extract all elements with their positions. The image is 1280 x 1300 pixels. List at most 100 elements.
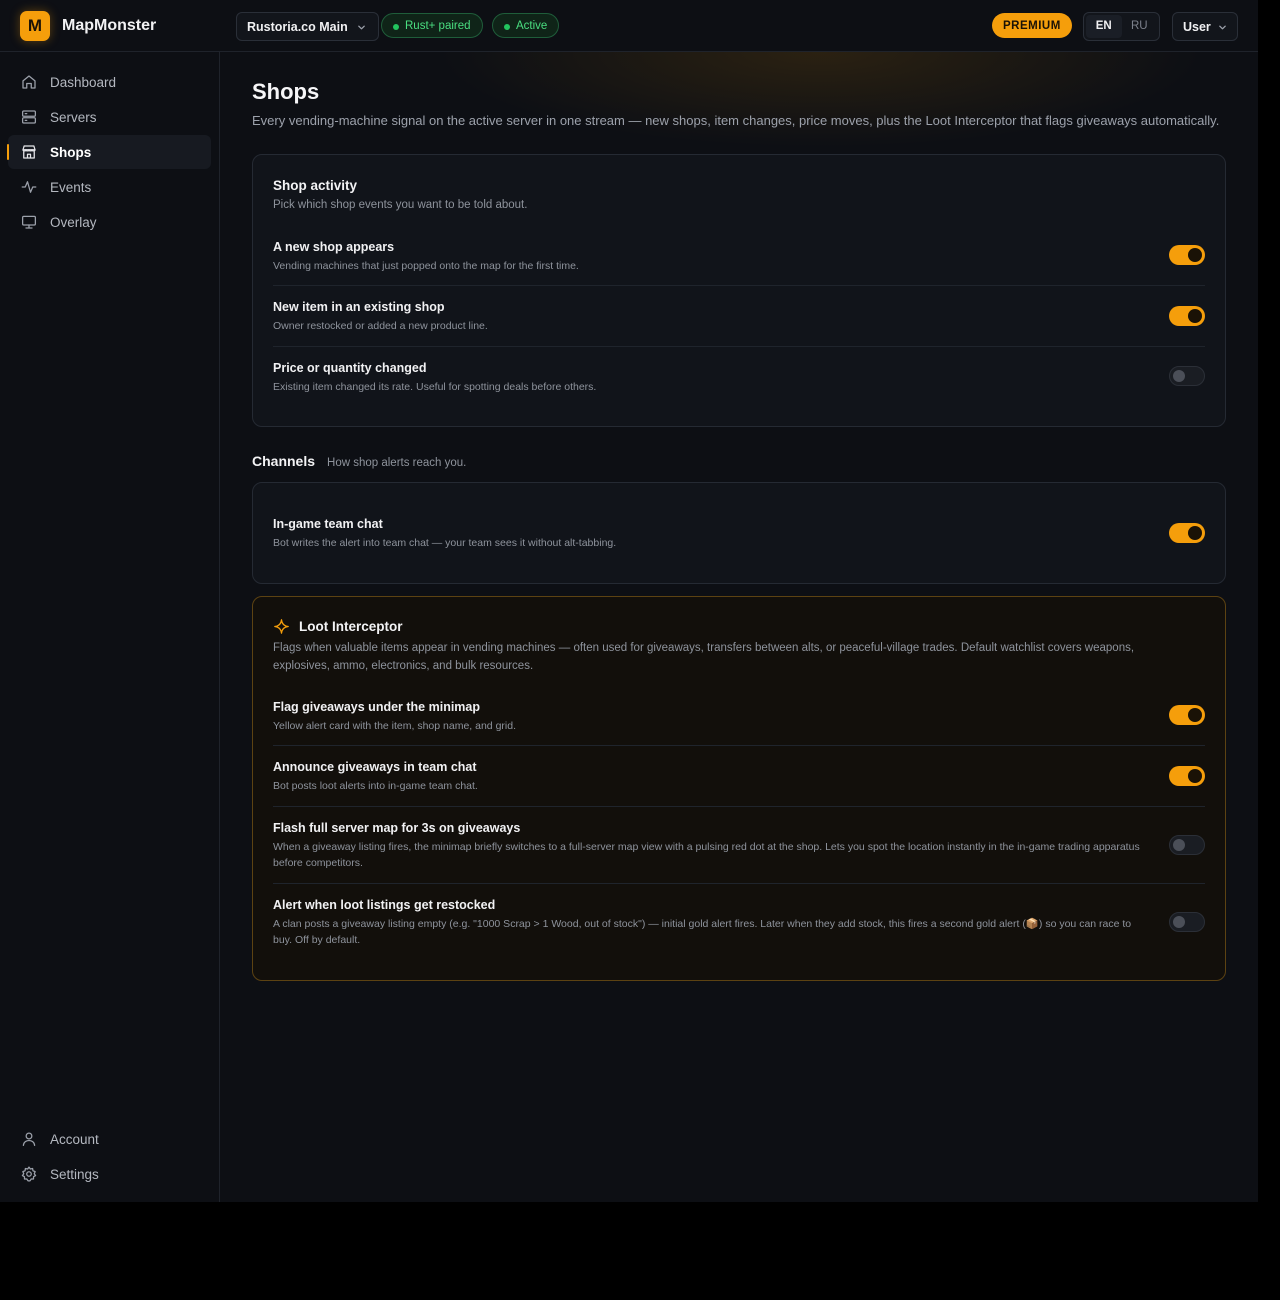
setting-title: Alert when loot listings get restocked xyxy=(273,898,496,912)
setting-description: Existing item changed its rate. Useful f… xyxy=(273,381,597,393)
setting-description: Bot writes the alert into team chat — yo… xyxy=(273,537,617,549)
server-selector[interactable]: Rustoria.co Main xyxy=(236,12,379,41)
section-title: Channels xyxy=(252,453,316,469)
setting-title: Flash full server map for 3s on giveaway… xyxy=(273,821,521,835)
card-title: Shop activity xyxy=(273,178,358,193)
setting-title: New item in an existing shop xyxy=(273,300,445,314)
divider xyxy=(273,745,1205,746)
card-description: Flags when valuable items appear in vend… xyxy=(273,642,1135,672)
setting-description: Owner restocked or added a new product l… xyxy=(273,320,488,332)
sidebar-item-label: Settings xyxy=(50,1166,99,1182)
app-window: M MapMonster Rustoria.co Main Rust+ pair… xyxy=(0,0,1258,1202)
sidebar-item-label: Account xyxy=(50,1131,99,1147)
toggle-team-chat[interactable] xyxy=(1169,523,1205,543)
setting-description: Vending machines that just popped onto t… xyxy=(273,260,579,272)
user-label: User xyxy=(1183,19,1211,34)
sidebar-item-shops[interactable]: Shops xyxy=(7,135,211,169)
toggle-knob xyxy=(1188,526,1202,540)
toggle-knob xyxy=(1173,839,1185,851)
setting-description: A clan posts a giveaway listing empty (e… xyxy=(273,918,1132,946)
toggle-announce-chat[interactable] xyxy=(1169,766,1205,786)
toggle-flash-map[interactable] xyxy=(1169,835,1205,855)
brand-name: MapMonster xyxy=(62,17,157,34)
home-icon xyxy=(22,75,36,89)
section-subtitle: How shop alerts reach you. xyxy=(327,457,467,469)
user-icon xyxy=(22,1132,36,1147)
sidebar-item-events[interactable]: Events xyxy=(8,170,211,204)
page-title: Shops xyxy=(252,79,320,104)
toggle-knob xyxy=(1188,708,1202,722)
setting-row: A new shop appears Vending machines that… xyxy=(273,240,1205,274)
card-title: Loot Interceptor xyxy=(299,619,403,634)
shop-activity-card: Shop activity Pick which shop events you… xyxy=(252,154,1226,427)
language-switch: EN RU xyxy=(1083,12,1160,41)
brand[interactable]: M MapMonster xyxy=(20,11,156,41)
sidebar-item-label: Servers xyxy=(50,109,97,125)
sidebar-item-overlay[interactable]: Overlay xyxy=(8,205,211,239)
monitor-icon xyxy=(21,215,37,229)
brand-logo: M xyxy=(20,11,50,41)
activity-icon xyxy=(21,181,37,193)
toggle-flag-minimap[interactable] xyxy=(1169,705,1205,725)
lang-en-button[interactable]: EN xyxy=(1086,15,1122,38)
setting-title: Flag giveaways under the minimap xyxy=(273,700,481,714)
chevron-down-icon xyxy=(1219,25,1226,30)
sidebar-item-servers[interactable]: Servers xyxy=(8,100,211,134)
toggle-knob xyxy=(1188,309,1202,323)
user-menu[interactable]: User xyxy=(1172,12,1238,41)
setting-row: New item in an existing shop Owner resto… xyxy=(273,300,1205,334)
sparkle-icon xyxy=(274,619,289,634)
divider xyxy=(273,806,1205,807)
sidebar-item-dashboard[interactable]: Dashboard xyxy=(8,65,211,99)
shop-icon xyxy=(22,145,36,159)
divider xyxy=(273,346,1205,347)
rust-paired-label: Rust+ paired xyxy=(405,19,471,32)
setting-title: Price or quantity changed xyxy=(273,361,427,375)
channels-heading: Channels How shop alerts reach you. xyxy=(252,453,466,469)
setting-row: Flash full server map for 3s on giveaway… xyxy=(273,821,1205,871)
sidebar-item-label: Dashboard xyxy=(50,74,117,90)
lang-ru-button[interactable]: RU xyxy=(1122,15,1158,38)
toggle-restock-alert[interactable] xyxy=(1169,912,1205,932)
toggle-knob xyxy=(1188,769,1202,783)
channels-card: In-game team chat Bot writes the alert i… xyxy=(252,482,1226,584)
setting-title: Announce giveaways in team chat xyxy=(273,760,477,774)
sidebar-item-label: Overlay xyxy=(50,214,97,230)
setting-row: Announce giveaways in team chat Bot post… xyxy=(273,760,1205,794)
sidebar-item-label: Events xyxy=(50,179,92,195)
status-dot-icon xyxy=(393,24,399,30)
setting-row: In-game team chat Bot writes the alert i… xyxy=(273,517,1205,551)
setting-row: Price or quantity changed Existing item … xyxy=(273,361,1205,395)
setting-description: Bot posts loot alerts into in-game team … xyxy=(273,780,478,792)
setting-description: Yellow alert card with the item, shop na… xyxy=(273,720,516,732)
loot-interceptor-header: Loot Interceptor xyxy=(273,618,403,635)
page-description: Every vending-machine signal on the acti… xyxy=(252,113,1220,128)
premium-badge[interactable]: PREMIUM xyxy=(992,13,1072,38)
chevron-down-icon xyxy=(357,25,365,30)
active-label: Active xyxy=(516,19,548,32)
sidebar-item-account[interactable]: Account xyxy=(8,1122,211,1156)
setting-title: A new shop appears xyxy=(273,240,395,254)
active-badge: Active xyxy=(492,13,560,38)
setting-description: When a giveaway listing fires, the minim… xyxy=(273,841,1140,869)
loot-interceptor-card: Loot Interceptor Flags when valuable ite… xyxy=(252,596,1226,981)
setting-title: In-game team chat xyxy=(273,517,383,531)
status-dot-icon xyxy=(504,24,510,30)
sidebar-item-label: Shops xyxy=(50,144,92,160)
servers-icon xyxy=(21,110,37,124)
sidebar: Dashboard Servers Shops Events Overlay A… xyxy=(0,52,220,1202)
toggle-knob xyxy=(1173,916,1185,928)
toggle-price-changed[interactable] xyxy=(1169,366,1205,386)
toggle-new-shop[interactable] xyxy=(1169,245,1205,265)
setting-row: Alert when loot listings get restocked A… xyxy=(273,898,1205,948)
toggle-knob xyxy=(1173,370,1185,382)
sidebar-item-settings[interactable]: Settings xyxy=(8,1157,211,1191)
main-content: Shops Every vending-machine signal on th… xyxy=(220,52,1258,1202)
setting-row: Flag giveaways under the minimap Yellow … xyxy=(273,700,1205,734)
toggle-new-item[interactable] xyxy=(1169,306,1205,326)
card-subtitle: Pick which shop events you want to be to… xyxy=(273,199,528,211)
server-name: Rustoria.co Main xyxy=(247,19,348,34)
gear-icon xyxy=(21,1166,37,1182)
toggle-knob xyxy=(1188,248,1202,262)
top-bar: M MapMonster Rustoria.co Main Rust+ pair… xyxy=(0,0,1258,52)
